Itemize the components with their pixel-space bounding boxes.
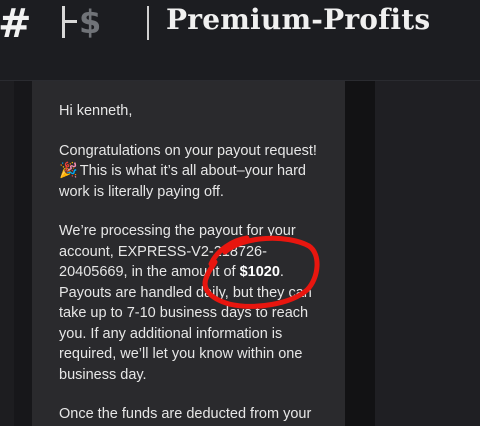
email-paragraph-funds: Once the funds are deducted from your xyxy=(59,406,312,422)
left-margin-strip xyxy=(14,81,32,426)
payout-text-after: . Payouts are handled daily, but they ca… xyxy=(59,264,312,383)
hash-icon: # xyxy=(0,1,32,47)
brand-logo-icon: $ xyxy=(62,2,101,42)
email-card: Hi kenneth, Congratulations on your payo… xyxy=(32,81,345,426)
header-divider xyxy=(147,6,149,40)
email-greeting: Hi kenneth, xyxy=(59,103,133,119)
app-header: # $ Premium-Profits xyxy=(0,0,480,81)
right-pane xyxy=(375,81,480,426)
congrats-text: Congratulations on your payout request! xyxy=(59,142,317,159)
party-popper-icon: 🎉 xyxy=(59,162,78,179)
email-paragraph-congrats: Congratulations on your payout request! … xyxy=(59,141,327,203)
congrats-rest-text: This is what it’s all about–your hard wo… xyxy=(59,163,306,200)
brand-name: Premium-Profits xyxy=(166,3,431,36)
email-body: Hi kenneth, Congratulations on your payo… xyxy=(59,101,327,426)
logo-tick xyxy=(65,19,77,23)
dollar-icon: $ xyxy=(79,3,102,41)
payout-amount: $1020 xyxy=(239,264,280,280)
email-paragraph-payout: We’re processing the payout for your acc… xyxy=(59,221,327,385)
right-margin-strip xyxy=(345,81,375,426)
